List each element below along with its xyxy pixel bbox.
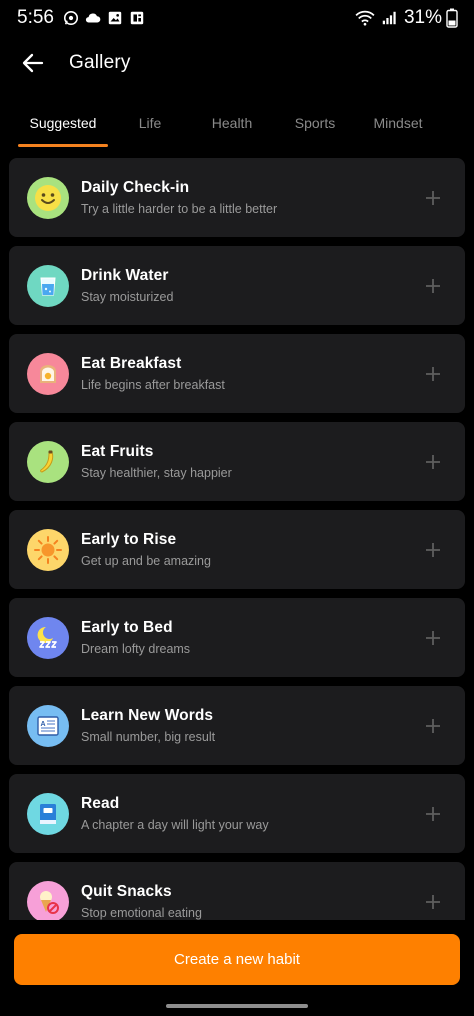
habit-card-learn-new-words[interactable]: A Learn New Words Small number, big resu… (9, 686, 465, 765)
habit-subtitle: Dream lofty dreams (81, 642, 191, 656)
whatsapp-icon (63, 10, 79, 26)
page-title: Gallery (69, 52, 131, 73)
habit-title: Eat Breakfast (81, 355, 182, 372)
plus-icon[interactable] (423, 804, 443, 824)
plus-icon[interactable] (423, 892, 443, 912)
home-indicator[interactable] (166, 1004, 308, 1008)
book-icon (27, 792, 69, 835)
habit-title: Early to Bed (81, 619, 173, 636)
battery-percentage: 31% (403, 7, 442, 28)
tab-life[interactable]: Life (126, 103, 174, 143)
system-status-icons: 31% (354, 7, 458, 29)
no-ice-cream-icon (27, 880, 69, 920)
tab-mindset[interactable]: Mindset (366, 103, 430, 143)
arrow-left-icon (22, 53, 44, 73)
plus-icon[interactable] (423, 716, 443, 736)
book-words-icon: A (27, 704, 69, 747)
habit-subtitle: Stop emotional eating (81, 906, 202, 920)
habit-card-daily-check-in[interactable]: Daily Check-in Try a little harder to be… (9, 158, 465, 237)
habit-text: Learn New Words Small number, big result (81, 707, 215, 744)
news-icon (130, 11, 144, 25)
wifi-icon (355, 10, 375, 26)
habit-text: Quit Snacks Stop emotional eating (81, 883, 202, 920)
habit-text: Drink Water Stay moisturized (81, 267, 173, 304)
habit-title: Early to Rise (81, 531, 177, 548)
habit-card-eat-fruits[interactable]: Eat Fruits Stay healthier, stay happier (9, 422, 465, 501)
moon-sleep-icon (27, 616, 69, 659)
category-tabs: Suggested Life Health Sports Mindset (0, 103, 474, 149)
habit-card-read[interactable]: Read A chapter a day will light your way (9, 774, 465, 853)
habit-title: Eat Fruits (81, 443, 154, 460)
habit-list[interactable]: Daily Check-in Try a little harder to be… (0, 158, 474, 920)
habit-title: Read (81, 795, 120, 812)
habit-card-eat-breakfast[interactable]: Eat Breakfast Life begins after breakfas… (9, 334, 465, 413)
habit-subtitle: A chapter a day will light your way (81, 818, 269, 832)
plus-icon[interactable] (423, 628, 443, 648)
smiley-face-icon (27, 176, 69, 219)
habit-text: Eat Breakfast Life begins after breakfas… (81, 355, 225, 392)
status-time: 5:56 (17, 7, 54, 28)
plus-icon[interactable] (423, 276, 443, 296)
habit-subtitle: Try a little harder to be a little bette… (81, 202, 278, 216)
habit-card-early-to-bed[interactable]: Early to Bed Dream lofty dreams (9, 598, 465, 677)
water-glass-icon (27, 264, 69, 307)
plus-icon[interactable] (423, 540, 443, 560)
habit-title: Quit Snacks (81, 883, 172, 900)
plus-icon[interactable] (423, 452, 443, 472)
habit-subtitle: Small number, big result (81, 730, 216, 744)
habit-subtitle: Get up and be amazing (81, 554, 211, 568)
back-button[interactable] (11, 41, 55, 85)
signal-icon (382, 11, 396, 25)
habit-text: Early to Bed Dream lofty dreams (81, 619, 190, 656)
habit-card-drink-water[interactable]: Drink Water Stay moisturized (9, 246, 465, 325)
habit-title: Learn New Words (81, 707, 214, 724)
habit-text: Early to Rise Get up and be amazing (81, 531, 211, 568)
habit-text: Daily Check-in Try a little harder to be… (81, 179, 277, 216)
banana-icon (27, 440, 69, 483)
gallery-screen: 5:56 31% Gallery Suggested Life Health S… (0, 0, 474, 1016)
battery-icon (446, 8, 458, 28)
habit-text: Read A chapter a day will light your way (81, 795, 269, 832)
habit-subtitle: Life begins after breakfast (81, 378, 225, 392)
app-header: Gallery (0, 40, 474, 86)
tab-suggested[interactable]: Suggested (18, 103, 108, 143)
habit-card-early-to-rise[interactable]: Early to Rise Get up and be amazing (9, 510, 465, 589)
status-bar: 5:56 31% (0, 0, 474, 36)
habit-text: Eat Fruits Stay healthier, stay happier (81, 443, 232, 480)
image-icon (108, 11, 122, 25)
toast-egg-icon (27, 352, 69, 395)
habit-title: Drink Water (81, 267, 169, 284)
habit-subtitle: Stay healthier, stay happier (81, 466, 232, 480)
notification-icons (62, 10, 146, 26)
habit-card-quit-snacks[interactable]: Quit Snacks Stop emotional eating (9, 862, 465, 920)
active-tab-indicator (18, 144, 108, 147)
habit-title: Daily Check-in (81, 179, 190, 196)
tab-health[interactable]: Health (202, 103, 262, 143)
tab-sports[interactable]: Sports (285, 103, 345, 143)
plus-icon[interactable] (423, 188, 443, 208)
create-new-habit-button[interactable]: Create a new habit (14, 934, 460, 985)
plus-icon[interactable] (423, 364, 443, 384)
habit-subtitle: Stay moisturized (81, 290, 174, 304)
cloud-icon (85, 13, 101, 23)
svg-text:A: A (41, 721, 46, 728)
sun-icon (27, 528, 69, 571)
